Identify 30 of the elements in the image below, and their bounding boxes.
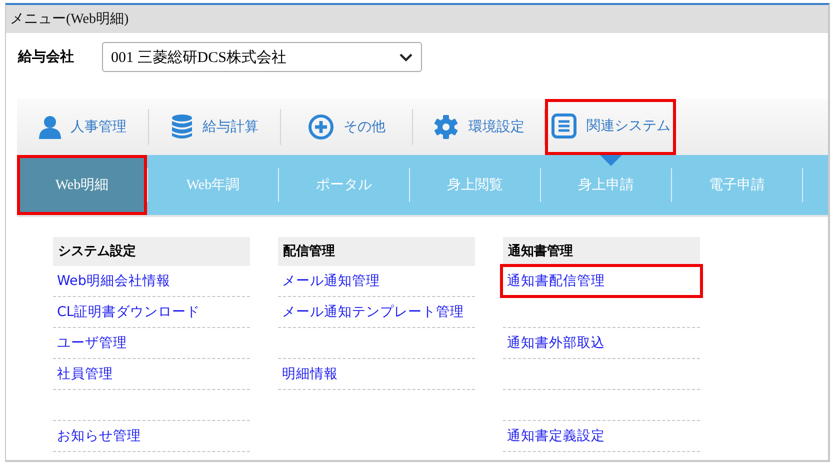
column-heading: 配信管理 [278, 237, 475, 266]
database-icon [170, 114, 192, 140]
top-nav-tab[interactable]: 人事管理 [17, 99, 148, 155]
menu-link[interactable]: 通知書定義設定 [503, 424, 609, 448]
menu-link[interactable]: 通知書外部取込 [503, 331, 609, 355]
menu-link[interactable]: 明細情報 [278, 362, 342, 386]
column-heading: 通知書管理 [503, 237, 700, 266]
sub-tab[interactable]: Web明細 [17, 155, 147, 215]
top-nav-tab[interactable]: その他 [281, 99, 412, 155]
top-nav-tab[interactable]: 給与計算 [149, 99, 280, 155]
gear-icon [432, 114, 458, 140]
header-title: メニュー(Web明細) [10, 11, 129, 28]
menu-link[interactable]: Web明細会社情報 [53, 269, 174, 293]
menu-link[interactable]: ユーザ管理 [53, 331, 131, 355]
plus-circle-icon [308, 114, 334, 140]
menu-link[interactable]: メール通知テンプレート管理 [278, 300, 468, 324]
menu-link[interactable]: メール通知管理 [278, 269, 384, 293]
menu-link[interactable]: 通知書配信管理 [503, 267, 700, 295]
list-icon [550, 113, 576, 139]
menu-link[interactable]: お知らせ管理 [53, 424, 145, 448]
pointer-triangle-icon [600, 155, 622, 166]
person-icon [38, 115, 60, 139]
chevron-down-icon [399, 52, 413, 62]
company-select[interactable]: 001 三菱総研DCS株式会社 [102, 42, 422, 72]
top-nav-tab[interactable]: 関連システム [545, 99, 676, 155]
menu-link[interactable]: 社員管理 [53, 362, 117, 386]
column-heading: システム設定 [53, 237, 250, 266]
company-label: 給与会社 [18, 48, 75, 66]
menu-link[interactable]: CL証明書ダウンロード [53, 300, 204, 324]
top-nav-tab[interactable]: 環境設定 [413, 99, 544, 155]
